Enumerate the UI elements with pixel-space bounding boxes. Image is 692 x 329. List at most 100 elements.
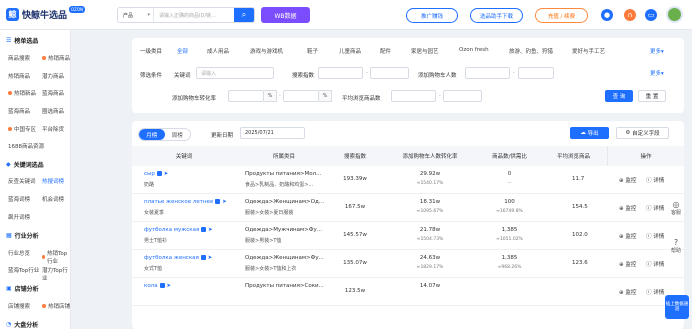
- header-category[interactable]: 所属类目: [236, 146, 332, 166]
- search-index-value: 135.07w: [343, 260, 367, 266]
- monitor-button[interactable]: ⊕ 监控: [619, 176, 636, 184]
- custom-fields-button[interactable]: ⚙ 自定义字段: [616, 127, 669, 139]
- tab-month[interactable]: 月榜: [139, 129, 165, 140]
- cart-rate-min[interactable]: [228, 90, 264, 102]
- cart-rate-max[interactable]: [283, 90, 319, 102]
- sidebar-item-new[interactable]: 热销新品: [8, 89, 36, 97]
- sidebar-item-product-search[interactable]: 商品搜索: [8, 54, 30, 62]
- sidebar-item-platform[interactable]: 平台除货: [42, 125, 64, 133]
- wb-data-button[interactable]: WB数据: [261, 7, 310, 23]
- cart-rate-sub: ≈1504.73%: [416, 237, 444, 242]
- query-button[interactable]: 查 询: [605, 90, 633, 102]
- monitor-button[interactable]: ⊕ 监控: [619, 232, 636, 240]
- top-bar: 鲸 快鲸牛选品 OZON 产品 ▾ 请输入正确的商品ID/链... ⌕ WB数据 …: [0, 0, 692, 30]
- search-button[interactable]: ⌕: [234, 8, 254, 22]
- message-icon[interactable]: ▭: [645, 9, 657, 21]
- monitor-button[interactable]: ⊕ 监控: [619, 288, 636, 296]
- sidebar-item-blue-industry[interactable]: 蓝海Top行业: [8, 266, 39, 274]
- detail-button[interactable]: ⓘ 详情: [646, 232, 664, 240]
- chip-shoes[interactable]: 鞋子: [307, 47, 318, 55]
- info-icon: ⓘ: [646, 290, 652, 296]
- keyword-link[interactable]: кола ➤: [144, 283, 171, 289]
- search-index-max[interactable]: [370, 67, 409, 79]
- monitor-button[interactable]: ⊕ 监控: [619, 260, 636, 268]
- avatar[interactable]: [666, 6, 683, 23]
- detail-button[interactable]: ⓘ 详情: [646, 176, 664, 184]
- cart-count-max[interactable]: [518, 67, 554, 79]
- chip-games[interactable]: 游戏与游戏机: [250, 47, 283, 55]
- export-button[interactable]: ☁ 导出: [570, 127, 609, 139]
- sidebar-item-blue-ocean-2[interactable]: 蓝海商品: [8, 107, 30, 115]
- sidebar-item-hot-sale[interactable]: 热销商品: [8, 72, 30, 80]
- more-categories-button[interactable]: 更多▾: [650, 47, 664, 55]
- sidebar-item-1688[interactable]: 1688商品资源: [8, 142, 44, 150]
- keyword-input[interactable]: 请输入: [196, 67, 274, 79]
- sidebar-item-china[interactable]: 中国专区: [8, 125, 36, 133]
- sidebar-item-blue-words[interactable]: 蓝海词榜: [8, 195, 30, 203]
- sidebar-item-blue-ocean[interactable]: 蓝海商品: [42, 89, 64, 97]
- customer-service-button[interactable]: ◎ 客服: [666, 200, 686, 216]
- chip-travel[interactable]: 旅游、钓鱼、狩猎: [509, 47, 553, 55]
- header-search-index[interactable]: 搜索指数: [332, 146, 378, 166]
- help-button[interactable]: ? 帮助: [666, 238, 686, 254]
- send-icon[interactable]: ➤: [208, 255, 213, 261]
- date-picker[interactable]: 2025/07/21: [240, 127, 305, 139]
- sidebar-item-hot-industry[interactable]: 热销Top行业: [42, 249, 70, 265]
- keyword-link[interactable]: футболка женская ➤: [144, 255, 212, 261]
- send-icon[interactable]: ➤: [208, 227, 213, 233]
- sidebar-item-potential-industry[interactable]: 潜力Top行业: [42, 266, 70, 282]
- avg-view-value: 11.7: [572, 176, 585, 182]
- sidebar-item-chance-words[interactable]: 机会词榜: [42, 195, 64, 203]
- more-conditions-button[interactable]: 更多▾: [650, 69, 664, 77]
- search-index-min[interactable]: [318, 67, 363, 79]
- send-icon[interactable]: ➤: [166, 283, 171, 289]
- chip-ozon-fresh[interactable]: Ozon fresh: [459, 47, 489, 53]
- plugin-channel-button[interactable]: 插上数据通道: [665, 295, 689, 319]
- sidebar-item-industry-overview[interactable]: 行业总览: [8, 249, 30, 257]
- cart-rate-max-unit: %: [319, 90, 332, 102]
- sidebar-item-trend[interactable]: 飙升词榜: [8, 213, 30, 221]
- brand-logo[interactable]: 鲸 快鲸牛选品 OZON: [6, 6, 86, 21]
- key-icon: ◆: [6, 161, 11, 168]
- chip-adult[interactable]: 成人用品: [207, 47, 229, 55]
- keyword-link[interactable]: футболка мужская ➤: [144, 227, 213, 233]
- reset-button[interactable]: 重 置: [638, 90, 666, 102]
- headset-icon[interactable]: ∩: [624, 9, 636, 21]
- send-icon[interactable]: ➤: [222, 199, 227, 205]
- detail-button[interactable]: ⓘ 详情: [646, 204, 664, 212]
- detail-button[interactable]: ⓘ 详情: [646, 260, 664, 268]
- header-keyword[interactable]: 关键词: [132, 146, 236, 166]
- chip-kids[interactable]: 儿童商品: [339, 47, 361, 55]
- keyword-link[interactable]: сыр ➤: [144, 171, 168, 177]
- tab-week[interactable]: 周榜: [165, 129, 191, 140]
- chip-home[interactable]: 家居与园艺: [411, 47, 439, 55]
- search-category-select[interactable]: 产品 ▾: [118, 8, 154, 22]
- sidebar-item-potential[interactable]: 潜力商品: [42, 72, 64, 80]
- keyword-link[interactable]: платье женское летнее ➤: [144, 199, 227, 205]
- header-avg-view[interactable]: 平均浏览商品: [537, 146, 607, 166]
- chip-accessories[interactable]: 配件: [380, 47, 391, 55]
- sidebar-item-hot-search[interactable]: 热搜词榜: [42, 177, 64, 185]
- sidebar-item-reverse-keyword[interactable]: 反查关键词: [8, 177, 36, 185]
- avg-view-min[interactable]: [391, 90, 436, 102]
- sidebar-item-hot-products[interactable]: 热销商品: [42, 54, 70, 62]
- cart-count-min[interactable]: [465, 67, 510, 79]
- search-input[interactable]: 请输入正确的商品ID/链...: [154, 8, 234, 22]
- sidebar-item-hot-shop[interactable]: 热销店铺: [42, 302, 70, 310]
- category-translation: 服装>男装>T恤: [245, 238, 282, 244]
- helper-download-button[interactable]: 选品助手下载: [470, 8, 523, 23]
- search-index-value: 123.5w: [344, 288, 366, 294]
- bell-icon[interactable]: ●: [601, 9, 613, 21]
- sidebar-item-shop-search[interactable]: 店铺搜索: [8, 302, 30, 310]
- header-supply-ratio[interactable]: 商品数/供需比: [482, 146, 537, 166]
- chip-all[interactable]: 全部: [177, 47, 188, 55]
- chip-hobby[interactable]: 爱好与手工艺: [572, 47, 605, 55]
- promo-button[interactable]: 推广赚钱: [406, 8, 458, 23]
- header-cart-rate[interactable]: 添加购物车人数转化率: [378, 146, 482, 166]
- monitor-button[interactable]: ⊕ 监控: [619, 204, 636, 212]
- recharge-button[interactable]: 充值 / 续费: [535, 8, 588, 23]
- sidebar-item-circle[interactable]: 圈选商品: [42, 107, 64, 115]
- send-icon[interactable]: ➤: [164, 171, 169, 177]
- detail-button[interactable]: ⓘ 详情: [646, 288, 664, 296]
- avg-view-max[interactable]: [443, 90, 482, 102]
